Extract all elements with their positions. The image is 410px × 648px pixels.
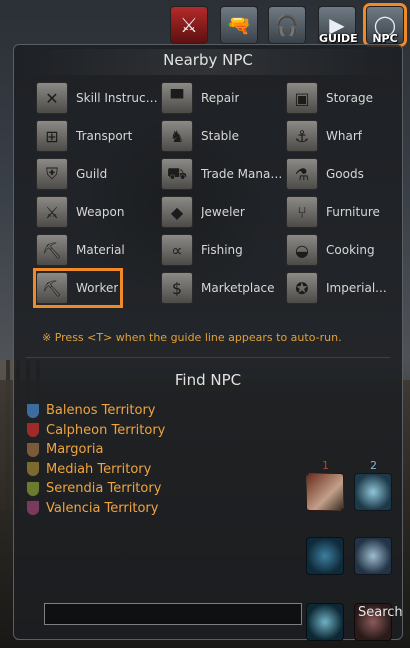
territory-list: Balenos Territory Calpheon Territory Mar… [26,401,165,518]
territory-shield-icon [26,441,40,458]
npc-transport[interactable]: ⊞ Transport [36,119,160,153]
pickaxe-icon: ⛏ [36,234,68,266]
territory-margoria[interactable]: Margoria [26,440,165,460]
whistle-icon: 🔫 [226,13,252,37]
skill-slot-5[interactable] [306,603,344,641]
npc-item-label: Weapon [76,205,125,219]
section-divider [26,357,390,358]
worker-pickaxe-icon: ⛏ [36,272,68,304]
skill-slot-2-number: 2 [370,459,377,472]
npc-imperial[interactable]: ✪ Imperial... [286,271,410,305]
territory-label: Valencia Territory [46,500,159,516]
territory-label: Margoria [46,442,104,458]
npc-material[interactable]: ⛏ Material [36,233,160,267]
territory-shield-icon [26,500,40,517]
horse-head-icon: ♞ [161,120,193,152]
territory-mediah[interactable]: Mediah Territory [26,460,165,480]
top-toolbar: ⚔ 🔫 🎧 ▶ GUIDE ◯ NPC [168,3,410,48]
gift-box-icon: ⊞ [36,120,68,152]
npc-worker[interactable]: ⛏ Worker [33,268,123,308]
search-button[interactable]: Search [358,605,403,620]
skill-slot-1[interactable] [306,473,344,511]
npc-item-label: Storage [326,91,373,105]
npc-item-label: Marketplace [201,281,275,295]
npc-goods[interactable]: ⚗ Goods [286,157,410,191]
npc-item-label: Furniture [326,205,380,219]
cart-icon: ⛟ [161,158,193,190]
territory-shield-icon [26,461,40,478]
npc-item-label: Jeweler [201,205,245,219]
territory-balenos[interactable]: Balenos Territory [26,401,165,421]
skill-slot-4[interactable] [354,537,392,575]
skill-slot-3[interactable] [306,537,344,575]
territory-serendia[interactable]: Serendia Territory [26,479,165,499]
npc-item-label: Worker [76,281,119,295]
npc-item-label: Material [76,243,125,257]
npc-button[interactable]: ◯ NPC [363,3,407,47]
npc-trade-manager[interactable]: ⛟ Trade Manage... [161,157,285,191]
territory-valencia[interactable]: Valencia Territory [26,499,165,519]
crossed-axes-icon: ✕ [36,82,68,114]
npc-item-label: Imperial... [326,281,387,295]
anchor-icon: ⚓ [286,120,318,152]
npc-item-label: Trade Manage... [201,167,285,181]
npc-item-label: Wharf [326,129,362,143]
chair-icon: ⑂ [286,196,318,228]
skill-slot-2[interactable] [354,473,392,511]
npc-item-label: Skill Instructor [76,91,160,105]
npc-cooking[interactable]: ◒ Cooking [286,233,410,267]
territory-shield-icon [26,402,40,419]
find-npc-title: Find NPC [174,371,242,389]
headset-icon: 🎧 [274,13,300,37]
npc-storage[interactable]: ▣ Storage [286,81,410,115]
npc-weapon[interactable]: ⚔ Weapon [36,195,160,229]
guide-button[interactable]: ▶ GUIDE [318,6,358,45]
npc-item-label: Stable [201,129,240,143]
money-bag-icon: $ [161,272,193,304]
npc-item-label: Repair [201,91,240,105]
npc-item-label: Cooking [326,243,375,257]
diamond-icon: ◆ [161,196,193,228]
npc-wharf[interactable]: ⚓ Wharf [286,119,410,153]
guild-crest-icon: ⛨ [36,158,68,190]
npc-item-label: Fishing [201,243,243,257]
imperial-seal-icon: ✪ [286,272,318,304]
npc-marketplace[interactable]: $ Marketplace [161,271,285,305]
combat-button[interactable]: ⚔ [170,6,208,44]
nearby-npc-title: Nearby NPC [163,51,253,69]
pet-button[interactable]: 🔫 [220,6,258,44]
territory-shield-icon [26,480,40,497]
territory-shield-icon [26,422,40,439]
auto-run-hint: ※ Press <T> when the guide line appears … [42,331,342,344]
fish-icon: ∝ [161,234,193,266]
territory-label: Calpheon Territory [46,422,166,438]
potion-icon: ⚗ [286,158,318,190]
npc-stable[interactable]: ♞ Stable [161,119,285,153]
npc-fishing[interactable]: ∝ Fishing [161,233,285,267]
npc-repair[interactable]: ▀ Repair [161,81,285,115]
npc-item-label: Goods [326,167,364,181]
territory-label: Balenos Territory [46,403,156,419]
anvil-icon: ▀ [161,82,193,114]
crossed-swords-icon: ⚔ [180,13,198,37]
npc-jeweler[interactable]: ◆ Jeweler [161,195,285,229]
npc-guild[interactable]: ⛨ Guild [36,157,160,191]
pot-icon: ◒ [286,234,318,266]
territory-label: Serendia Territory [46,481,162,497]
npc-furniture[interactable]: ⑂ Furniture [286,195,410,229]
npc-item-label: Transport [76,129,133,143]
chest-icon: ▣ [286,82,318,114]
audio-button[interactable]: 🎧 [268,6,306,44]
npc-search-input[interactable] [44,603,302,625]
npc-panel: Nearby NPC ✕ Skill Instructor ▀ Repair ▣… [13,44,403,641]
npc-skill-instructor[interactable]: ✕ Skill Instructor [36,81,160,115]
territory-label: Mediah Territory [46,461,152,477]
sword-shield-icon: ⚔ [36,196,68,228]
skill-slot-1-number: 1 [322,459,329,472]
npc-item-label: Guild [76,167,108,181]
territory-calpheon[interactable]: Calpheon Territory [26,421,165,441]
